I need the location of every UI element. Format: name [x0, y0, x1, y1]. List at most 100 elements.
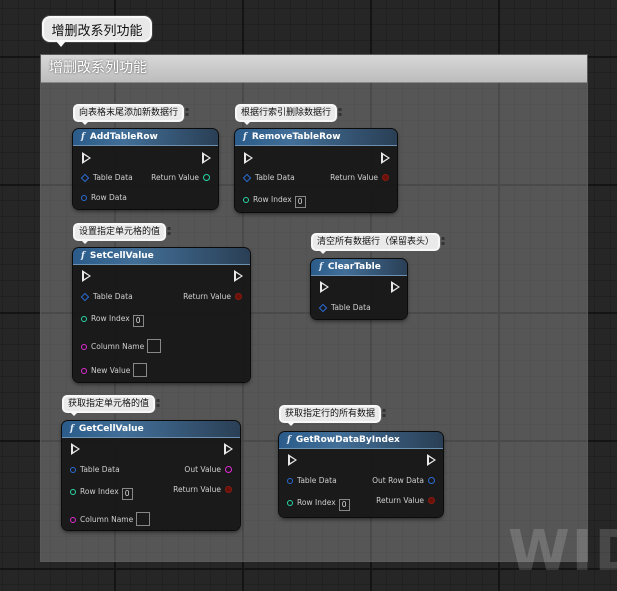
node-clear-table[interactable]: f ClearTable Table Data	[311, 259, 407, 319]
pin-return-value[interactable]: Return Value	[330, 173, 389, 183]
bool-pin-icon[interactable]	[235, 293, 242, 300]
pin-table-data[interactable]: Table Data	[70, 465, 120, 475]
node-title: GetRowDataByIndex	[295, 435, 400, 445]
pin-label: Row Index	[253, 195, 292, 204]
group-title-bubble[interactable]: 增删改系列功能	[42, 16, 152, 47]
comment-bubble-add-row[interactable]: 向表格末尾添加新数据行 ▪ ▪	[73, 104, 189, 125]
function-icon: f	[81, 251, 85, 261]
function-icon: f	[81, 132, 85, 142]
row-index-input[interactable]: 0	[121, 488, 133, 500]
comment-text: 根据行索引删除数据行	[241, 108, 332, 118]
pin-return-value[interactable]: Return Value	[183, 292, 242, 302]
pin-label: Return Value	[376, 496, 424, 505]
pin-row-index[interactable]: Row Index 0	[287, 498, 350, 511]
comment-pin-icon[interactable]: ▪ ▪	[166, 226, 172, 238]
function-icon: f	[319, 262, 323, 272]
comment-pin-icon[interactable]: ▪ ▪	[155, 398, 161, 410]
node-title: RemoveTableRow	[251, 132, 341, 142]
watermark: WIDG	[508, 519, 617, 584]
pin-label: Column Name	[80, 515, 134, 524]
node-remove-table-row[interactable]: f RemoveTableRow Table Data Return Value …	[235, 129, 397, 212]
pin-out-row-data[interactable]: Out Row Data	[372, 476, 435, 486]
node-title: SetCellValue	[89, 251, 154, 261]
comment-text: 清空所有数据行（保留表头）	[317, 237, 435, 247]
struct-pin-icon[interactable]	[81, 195, 87, 201]
row-index-input[interactable]: 0	[294, 196, 306, 208]
comment-text: 设置指定单元格的值	[79, 227, 161, 237]
comment-pin-icon[interactable]: ▪ ▪	[184, 107, 190, 119]
int-pin-icon[interactable]	[287, 500, 293, 506]
pin-out-value[interactable]: Out Value	[184, 465, 232, 475]
bool-pin-icon[interactable]	[225, 486, 232, 493]
pin-row-index[interactable]: Row Index 0	[70, 487, 133, 500]
string-pin-icon[interactable]	[225, 466, 232, 473]
comment-bubble-remove-row[interactable]: 根据行索引删除数据行 ▪ ▪	[235, 104, 342, 125]
pin-column-name[interactable]: Column Name	[81, 339, 162, 353]
pin-table-data[interactable]: Table Data	[80, 173, 133, 183]
comment-bubble-get-row[interactable]: 获取指定行的所有数据 ▪ ▪	[279, 405, 386, 426]
comment-text: 获取指定行的所有数据	[285, 409, 376, 419]
struct-pin-icon[interactable]	[80, 173, 90, 183]
bubble-tail	[319, 250, 327, 254]
string-pin-icon[interactable]	[81, 368, 87, 374]
int-pin-icon[interactable]	[203, 174, 210, 181]
pin-row-data[interactable]: Row Data	[81, 193, 127, 203]
pin-label: Row Data	[91, 193, 127, 202]
node-header[interactable]: f SetCellValue	[73, 248, 250, 265]
comment-bubble-get-cell[interactable]: 获取指定单元格的值 ▪ ▪	[62, 395, 160, 416]
pin-label: Row Index	[297, 498, 336, 507]
column-name-input[interactable]	[136, 512, 151, 526]
pin-return-value[interactable]: Return Value	[376, 496, 435, 506]
row-index-input[interactable]: 0	[338, 499, 350, 511]
pin-label: Table Data	[255, 173, 295, 182]
node-header[interactable]: f GetRowDataByIndex	[279, 432, 443, 449]
node-set-cell-value[interactable]: f SetCellValue Table Data Return Value Ro…	[73, 248, 250, 382]
node-header[interactable]: f RemoveTableRow	[235, 129, 397, 146]
comment-bubble-clear-table[interactable]: 清空所有数据行（保留表头） ▪ ▪	[311, 233, 445, 254]
pin-label: Column Name	[91, 342, 145, 351]
node-add-table-row[interactable]: f AddTableRow Table Data Return Value Row…	[73, 129, 218, 209]
pin-return-value[interactable]: Return Value	[173, 485, 232, 495]
column-name-input[interactable]	[147, 339, 162, 353]
node-header[interactable]: f ClearTable	[311, 259, 407, 276]
node-header[interactable]: f GetCellValue	[62, 421, 240, 438]
new-value-input[interactable]	[133, 363, 148, 377]
comment-pin-icon[interactable]: ▪ ▪	[381, 408, 387, 420]
pin-label: Table Data	[331, 303, 371, 312]
bubble-tail	[81, 240, 89, 244]
row-index-input[interactable]: 0	[132, 315, 144, 327]
pin-label: Row Index	[91, 314, 130, 323]
function-icon: f	[287, 435, 291, 445]
comment-pin-icon[interactable]: ▪ ▪	[337, 107, 343, 119]
node-get-row-data-by-index[interactable]: f GetRowDataByIndex Table Data Out Row Da…	[279, 432, 443, 517]
pin-return-value[interactable]: Return Value	[151, 173, 210, 183]
int-pin-icon[interactable]	[81, 316, 87, 322]
int-pin-icon[interactable]	[70, 489, 76, 495]
bool-pin-icon[interactable]	[428, 497, 435, 504]
bool-pin-icon[interactable]	[382, 174, 389, 181]
pin-column-name[interactable]: Column Name	[70, 512, 151, 526]
node-get-cell-value[interactable]: f GetCellValue Table Data Out Value Row I…	[62, 421, 240, 530]
struct-pin-icon[interactable]	[318, 303, 328, 313]
pin-table-data[interactable]: Table Data	[318, 303, 371, 313]
name-pin-icon[interactable]	[81, 344, 87, 350]
comment-bubble-set-cell[interactable]: 设置指定单元格的值 ▪ ▪	[73, 223, 171, 244]
struct-pin-icon[interactable]	[428, 477, 435, 484]
pin-table-data[interactable]: Table Data	[287, 476, 337, 486]
pin-table-data[interactable]: Table Data	[242, 173, 295, 183]
comment-header[interactable]: 增删改系列功能	[41, 55, 587, 83]
comment-pin-icon[interactable]: ▪ ▪	[440, 236, 446, 248]
pin-label: Table Data	[93, 173, 133, 182]
struct-pin-icon[interactable]	[287, 478, 293, 484]
pin-new-value[interactable]: New Value	[81, 363, 148, 377]
pin-row-index[interactable]: Row Index 0	[243, 195, 306, 208]
pin-row-index[interactable]: Row Index 0	[81, 314, 144, 327]
int-pin-icon[interactable]	[243, 197, 249, 203]
bubble-tail	[81, 121, 89, 125]
name-pin-icon[interactable]	[70, 517, 76, 523]
pin-table-data[interactable]: Table Data	[80, 292, 133, 302]
node-header[interactable]: f AddTableRow	[73, 129, 218, 146]
struct-pin-icon[interactable]	[242, 173, 252, 183]
struct-pin-icon[interactable]	[80, 292, 90, 302]
struct-pin-icon[interactable]	[70, 467, 76, 473]
